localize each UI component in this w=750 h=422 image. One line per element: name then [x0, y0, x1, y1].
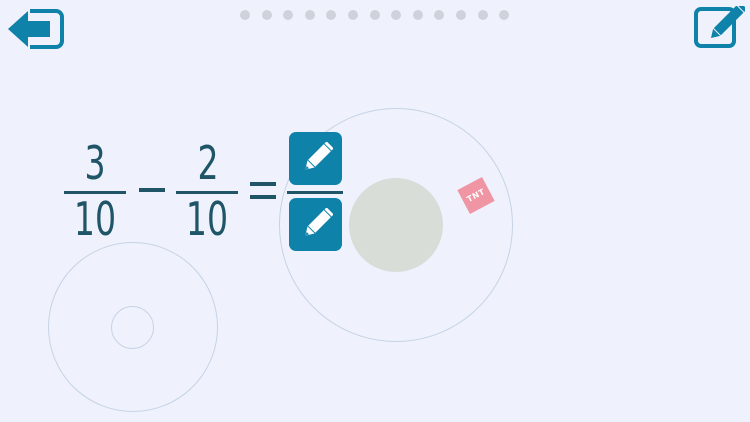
page-dot: [391, 10, 402, 20]
equals-sign-bottom: [250, 195, 276, 199]
page-dot: [412, 10, 423, 20]
back-button[interactable]: [6, 6, 64, 52]
back-arrow-icon: [8, 9, 64, 49]
fraction-a-numerator: 3: [84, 136, 106, 190]
gray-disc: [349, 178, 443, 272]
answer-numerator-button[interactable]: [289, 132, 342, 185]
page-indicator: [240, 10, 510, 20]
edit-pencil-icon: [694, 1, 748, 48]
page-dot: [240, 10, 250, 20]
answer-fraction-bar: [287, 191, 343, 194]
edit-button[interactable]: [693, 1, 748, 50]
fraction-b-denominator: 10: [185, 192, 229, 246]
fraction-b-numerator: 2: [197, 136, 219, 190]
page-dot: [304, 10, 315, 20]
fraction-a-denominator: 10: [73, 192, 117, 246]
page-dot: [455, 10, 466, 20]
answer-denominator-button[interactable]: [289, 198, 342, 251]
page-dot: [434, 10, 445, 20]
page-dot: [477, 10, 488, 20]
page-dot: [261, 10, 272, 20]
pencil-icon: [304, 141, 333, 170]
page-dot: [369, 10, 380, 20]
page-dot: [499, 10, 510, 20]
page-dot: [326, 10, 337, 20]
pencil-icon: [304, 207, 333, 236]
page-dot: [283, 10, 294, 20]
decorative-circle-small: [111, 306, 154, 349]
equals-sign-top: [250, 182, 276, 186]
tnt-label: TNT: [465, 187, 487, 204]
page-dot: [347, 10, 358, 20]
minus-sign: [139, 188, 165, 192]
